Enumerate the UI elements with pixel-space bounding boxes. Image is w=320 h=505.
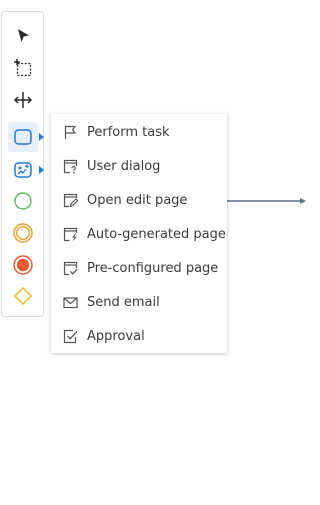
end-event-tool[interactable] bbox=[8, 250, 38, 280]
task-icon bbox=[14, 129, 32, 145]
intermediate-event-icon bbox=[13, 223, 33, 243]
auto-generated-page-icon bbox=[62, 226, 78, 242]
subprocess-icon bbox=[14, 162, 32, 178]
pointer-icon bbox=[18, 29, 29, 42]
menu-item-label: User dialog bbox=[87, 158, 161, 174]
end-event-icon bbox=[13, 255, 33, 275]
menu-item-open-edit-page[interactable]: Open edit page bbox=[51, 183, 227, 217]
intermediate-event-tool[interactable] bbox=[8, 218, 38, 248]
menu-item-label: Pre-configured page bbox=[87, 260, 219, 276]
menu-item-label: Open edit page bbox=[87, 192, 188, 208]
menu-item-auto-generated-page[interactable]: Auto-generated page bbox=[51, 217, 227, 251]
preconfigured-page-icon bbox=[62, 260, 78, 276]
gateway-icon bbox=[13, 286, 33, 306]
menu-item-send-email[interactable]: Send email bbox=[51, 285, 227, 319]
start-event-icon bbox=[14, 192, 32, 210]
menu-item-label: Auto-generated page bbox=[87, 226, 226, 242]
menu-item-label: Perform task bbox=[87, 124, 170, 140]
submenu-arrow-icon bbox=[39, 166, 44, 174]
menu-item-user-dialog[interactable]: User dialog bbox=[51, 149, 227, 183]
pointer-tool[interactable] bbox=[8, 21, 38, 51]
start-event-tool[interactable] bbox=[8, 186, 38, 216]
lasso-select-tool[interactable] bbox=[8, 53, 38, 83]
menu-item-approval[interactable]: Approval bbox=[51, 319, 227, 353]
task-type-menu: Perform task User dialog Open edit page bbox=[51, 114, 227, 353]
approval-icon bbox=[62, 328, 78, 344]
flag-icon bbox=[62, 124, 78, 140]
tool-palette bbox=[1, 11, 44, 317]
menu-item-label: Send email bbox=[87, 294, 160, 310]
menu-item-perform-task[interactable]: Perform task bbox=[51, 115, 227, 149]
menu-item-label: Approval bbox=[87, 328, 145, 344]
space-tool[interactable] bbox=[8, 85, 38, 115]
submenu-arrow-icon bbox=[39, 133, 44, 141]
lasso-select-icon bbox=[14, 59, 32, 77]
sequence-flow-connector[interactable] bbox=[227, 196, 306, 206]
space-tool-icon bbox=[13, 92, 33, 108]
edit-page-icon bbox=[62, 192, 78, 208]
envelope-icon bbox=[62, 294, 78, 310]
gateway-tool[interactable] bbox=[8, 281, 38, 311]
task-tool[interactable] bbox=[8, 122, 44, 152]
user-dialog-icon bbox=[62, 158, 78, 174]
subprocess-tool[interactable] bbox=[8, 155, 44, 185]
menu-item-pre-configured-page[interactable]: Pre-configured page bbox=[51, 251, 227, 285]
